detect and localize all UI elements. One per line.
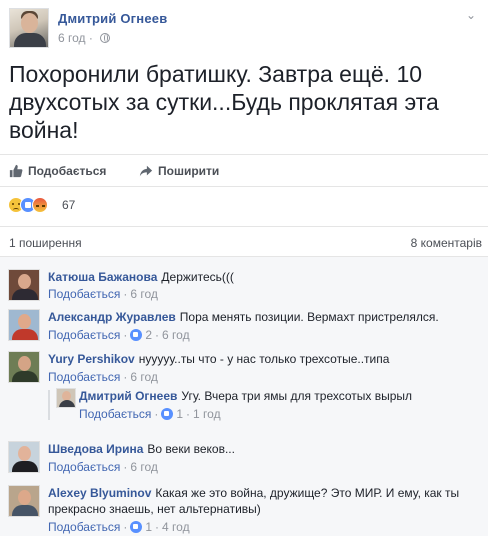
comment-like-link[interactable]: Подобається: [48, 287, 120, 301]
share-button[interactable]: Поширити: [139, 157, 219, 185]
comment-meta: Подобається · 6 год: [48, 287, 158, 301]
comment-timestamp[interactable]: 6 год: [130, 370, 158, 384]
commenter-name[interactable]: Alexey Blyuminov: [48, 486, 151, 500]
comment-body: Alexey Blyuminov Какая же это война, друж…: [48, 485, 478, 517]
commenter-avatar[interactable]: [8, 441, 40, 473]
commenter-name[interactable]: Шведова Ирина: [48, 442, 143, 456]
commenter-name[interactable]: Yury Pershikov: [48, 352, 135, 366]
commenter-avatar[interactable]: [8, 309, 40, 341]
like-badge-icon: [130, 521, 143, 533]
comment-text: Пора менять позиции. Вермахт пристрелялс…: [179, 310, 439, 324]
author-name[interactable]: Дмитрий Огнеев: [58, 11, 167, 26]
commenter-name[interactable]: Дмитрий Огнеев: [79, 389, 177, 403]
divider: [0, 154, 488, 155]
comment-meta: Подобається · 6 год: [48, 460, 158, 474]
comment-count[interactable]: 8 коментарів: [411, 236, 482, 250]
post-meta: 6 год ·: [58, 31, 111, 45]
author-avatar[interactable]: [9, 8, 49, 48]
share-button-label: Поширити: [158, 164, 220, 178]
comment-like-count[interactable]: 1: [176, 407, 183, 421]
comment-timestamp[interactable]: 6 год: [130, 460, 158, 474]
comment-text: Держитесь(((: [161, 270, 234, 284]
like-button-label: Подобається: [28, 164, 107, 178]
comment-body: Дмитрий Огнеев Угу. Вчера три ямы для тре…: [79, 388, 479, 404]
comment-body: Yury Pershikov нууууу..ты что - у нас тол…: [48, 351, 478, 367]
comment-meta: Подобається · 6 год: [48, 370, 158, 384]
thumbs-up-icon: [9, 164, 23, 178]
comment-meta: Подобається · 1 · 1 год: [79, 407, 221, 421]
reaction-count: 67: [62, 198, 76, 212]
post-timestamp[interactable]: 6 год: [58, 31, 86, 45]
commenter-name[interactable]: Александр Журавлев: [48, 310, 176, 324]
like-button[interactable]: Подобається: [9, 157, 106, 185]
comment-like-link[interactable]: Подобається: [48, 370, 120, 384]
commenter-avatar[interactable]: [8, 485, 40, 517]
comment-text: Угу. Вчера три ямы для трехсотых вырыл: [181, 389, 413, 403]
action-bar: Подобається Поширити: [0, 157, 488, 185]
comment-body: Александр Журавлев Пора менять позиции. В…: [48, 309, 478, 325]
share-arrow-icon: [139, 165, 153, 177]
like-badge-icon: [161, 408, 174, 420]
comment-body: Шведова Ирина Во веки веков...: [48, 441, 478, 457]
comment-like-link[interactable]: Подобається: [48, 328, 120, 342]
comment-timestamp[interactable]: 6 год: [130, 287, 158, 301]
commenter-avatar[interactable]: [8, 351, 40, 383]
divider: [0, 226, 488, 227]
comment-like-link[interactable]: Подобається: [48, 460, 120, 474]
commenter-name[interactable]: Катюша Бажанова: [48, 270, 157, 284]
comment-timestamp[interactable]: 1 год: [193, 407, 221, 421]
comment-text: нууууу..ты что - у нас только трехсотые.…: [138, 352, 390, 366]
comment-like-link[interactable]: Подобається: [79, 407, 151, 421]
comment-meta: Подобається · 2 · 6 год: [48, 328, 190, 342]
divider: [0, 186, 488, 187]
share-count[interactable]: 1 поширення: [9, 236, 82, 250]
commenter-avatar[interactable]: [8, 269, 40, 301]
comment-like-count[interactable]: 1: [145, 520, 152, 534]
like-badge-icon: [130, 329, 143, 341]
reply-thread-line: [48, 390, 50, 420]
post-header: Дмитрий Огнеев 6 год · ⌄: [0, 0, 488, 52]
comment-body: Катюша Бажанова Держитесь(((: [48, 269, 478, 285]
comment-text: Во веки веков...: [147, 442, 235, 456]
comment-timestamp[interactable]: 4 год: [162, 520, 190, 534]
comment-timestamp[interactable]: 6 год: [162, 328, 190, 342]
post-text: Похоронили братишку. Завтра ещё. 10 двух…: [9, 61, 439, 143]
commenter-avatar[interactable]: [56, 388, 76, 408]
comment-like-count[interactable]: 2: [145, 328, 152, 342]
globe-icon: [100, 33, 111, 43]
comment-meta: Подобається · 1 · 4 год: [48, 520, 190, 534]
comment-like-link[interactable]: Подобається: [48, 520, 120, 534]
post-options-chevron-icon[interactable]: ⌄: [466, 8, 476, 22]
angry-reaction-icon: [32, 197, 48, 213]
